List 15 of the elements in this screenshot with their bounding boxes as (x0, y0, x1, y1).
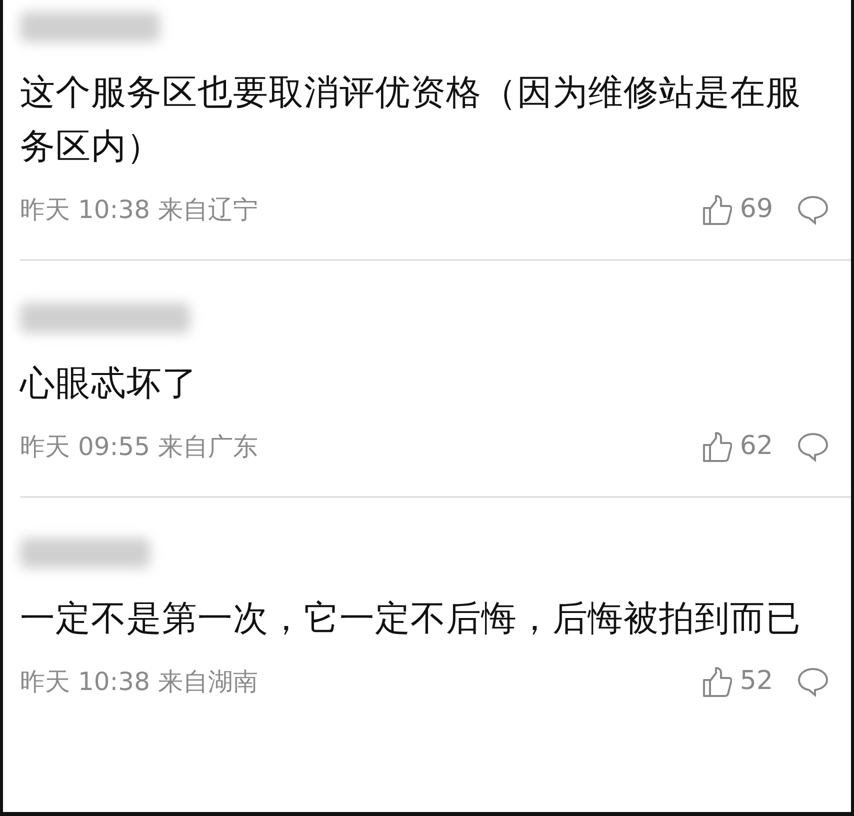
like-button[interactable]: 52 (702, 662, 773, 701)
comment-text: 这个服务区也要取消评优资格（因为维修站是在服务区内） (20, 72, 802, 169)
comment-meta: 昨天 09:55 来自广东 (20, 430, 258, 463)
thumbs-up-icon (702, 430, 732, 462)
comment-meta: 昨天 10:38 来自湖南 (20, 666, 258, 698)
comment-icon[interactable] (797, 430, 829, 462)
comment-meta: 昨天 10:38 来自辽宁 (20, 194, 258, 226)
comment-text: 一定不是第一次，它一定不后悔，后悔被拍到而已 (20, 598, 802, 641)
thumbs-up-icon (702, 666, 732, 698)
like-button[interactable]: 69 (702, 190, 773, 229)
comment-icon[interactable] (797, 666, 829, 698)
thumbs-up-icon (702, 194, 732, 226)
like-button[interactable]: 62 (702, 427, 773, 466)
comment-text: 心眼忒坏了 (20, 363, 198, 406)
comment-icon[interactable] (797, 194, 829, 226)
